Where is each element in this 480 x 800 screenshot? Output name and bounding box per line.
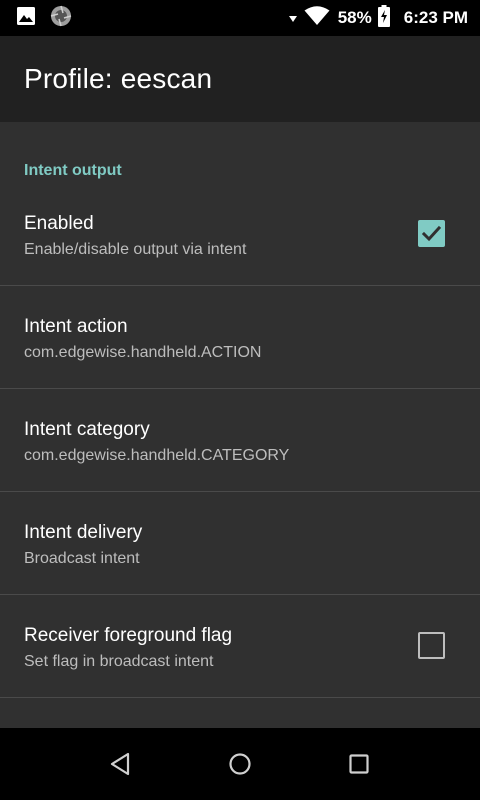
recents-button[interactable]: [341, 746, 377, 782]
pref-summary: Broadcast intent: [24, 550, 140, 567]
recents-icon: [349, 754, 369, 774]
signal-triangle-icon: [288, 8, 298, 28]
pref-intent-category[interactable]: Intent category com.edgewise.handheld.CA…: [0, 389, 480, 492]
pref-summary: com.edgewise.handheld.ACTION: [24, 344, 262, 361]
pref-title: Intent category: [24, 419, 150, 440]
pref-summary: com.edgewise.handheld.CATEGORY: [24, 447, 290, 464]
pref-title: Intent action: [24, 316, 128, 337]
pref-receiver-foreground-flag[interactable]: Receiver foreground flag Set flag in bro…: [0, 595, 480, 698]
pref-intent-action[interactable]: Intent action com.edgewise.handheld.ACTI…: [0, 286, 480, 389]
app-bar: Profile: eescan: [0, 36, 480, 122]
pref-summary: Set flag in broadcast intent: [24, 653, 214, 670]
pref-enabled[interactable]: Enabled Enable/disable output via intent: [0, 183, 480, 286]
check-icon: [421, 225, 442, 242]
enabled-checkbox[interactable]: [418, 220, 445, 247]
navigation-bar: [0, 728, 480, 800]
pref-title: Receiver foreground flag: [24, 625, 233, 646]
battery-percent: 58%: [337, 8, 372, 27]
battery-charging-icon: [377, 4, 390, 32]
image-icon: [16, 6, 36, 31]
status-bar: 58% 6:23 PM: [0, 0, 480, 36]
home-icon: [229, 753, 251, 775]
pref-summary: Enable/disable output via intent: [24, 241, 247, 258]
pref-title: Intent delivery: [24, 522, 143, 543]
category-title: Intent output: [24, 162, 122, 179]
wifi-icon: [304, 5, 330, 31]
back-icon: [110, 752, 130, 776]
receiver-foreground-checkbox[interactable]: [418, 632, 445, 659]
pref-intent-delivery[interactable]: Intent delivery Broadcast intent: [0, 492, 480, 595]
back-button[interactable]: [102, 746, 138, 782]
home-button[interactable]: [222, 746, 258, 782]
aperture-icon: [50, 5, 72, 32]
page-title: Profile: eescan: [24, 63, 213, 94]
clock: 6:23 PM: [403, 8, 468, 27]
pref-title: Enabled: [24, 213, 94, 234]
preferences-list[interactable]: Intent output Enabled Enable/disable out…: [0, 122, 480, 728]
